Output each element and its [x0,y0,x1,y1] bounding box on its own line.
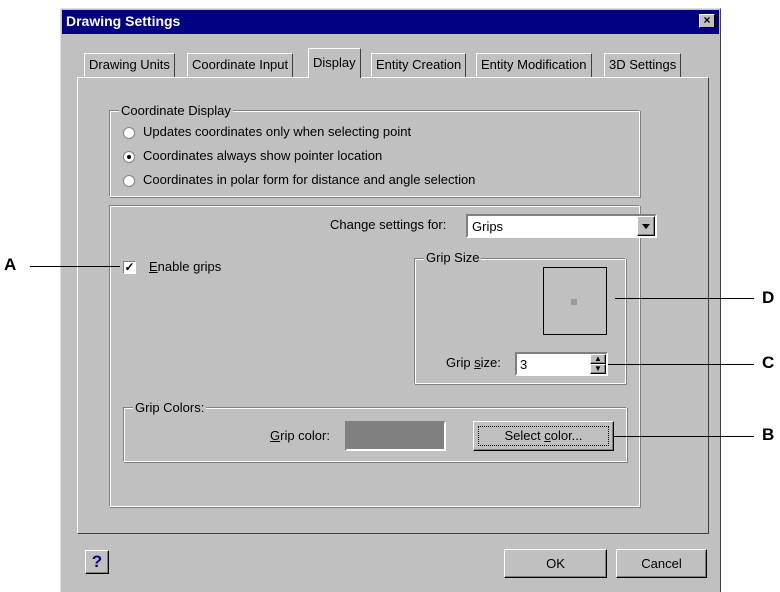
grip-size-value: 3 [520,357,528,372]
select-color-button[interactable]: Select color... [473,421,614,451]
callout-c-line [608,364,754,365]
enable-grips-label: Enable grips [149,259,222,274]
radio-label: Coordinates always show pointer location [143,148,383,163]
radio-always-show-pointer[interactable] [123,151,135,163]
tab-entity-creation[interactable]: Entity Creation [371,53,467,77]
tab-3d-settings[interactable]: 3D Settings [604,53,682,77]
window-title: Drawing Settings [66,13,181,29]
radio-label: Updates coordinates only when selecting … [143,124,412,139]
grip-color-label: Grip color: [270,428,330,443]
ok-button[interactable]: OK [504,549,607,578]
help-button[interactable]: ? [85,550,109,574]
enable-grips-label-rest: nable grips [157,259,222,274]
cancel-button[interactable]: Cancel [616,549,707,578]
coordinate-display-legend: Coordinate Display [119,103,233,118]
tab-display[interactable]: Display [308,48,361,78]
change-settings-value: Grips [472,219,504,234]
tab-drawing-units[interactable]: Drawing Units [84,53,175,77]
grip-preview-box [543,267,607,335]
grip-size-label: Grip size: [446,355,501,370]
callout-a: A [4,255,17,274]
spin-up-button[interactable]: ▲ [590,354,606,364]
radio-updates-on-select[interactable] [123,127,135,139]
enable-grips-checkbox[interactable]: ✓ [123,261,136,274]
grip-size-legend: Grip Size [424,250,482,265]
spin-down-button[interactable]: ▼ [590,364,606,374]
radio-polar-form[interactable] [123,175,135,187]
grip-color-swatch [345,421,446,451]
change-settings-select[interactable]: Grips [466,214,657,238]
dropdown-button[interactable] [637,216,655,236]
select-color-label: Select color... [478,426,609,446]
close-button[interactable]: × [699,14,715,28]
grip-size-input[interactable]: 3 ▲ ▼ [515,352,608,376]
chevron-down-icon [642,224,650,229]
callout-d-line [615,298,754,299]
change-settings-label: Change settings for: [330,217,447,232]
radio-label: Coordinates in polar form for distance a… [143,172,476,187]
callout-a-line [30,266,120,267]
callout-c: C [762,353,775,372]
callout-b-line [614,436,754,437]
tab-coordinate-input[interactable]: Coordinate Input [187,53,294,77]
tab-entity-modification[interactable]: Entity Modification [476,53,592,77]
callout-b: B [762,425,775,444]
grip-preview-marker [571,299,577,305]
grip-colors-legend: Grip Colors: [133,400,207,415]
callout-d: D [762,288,775,307]
